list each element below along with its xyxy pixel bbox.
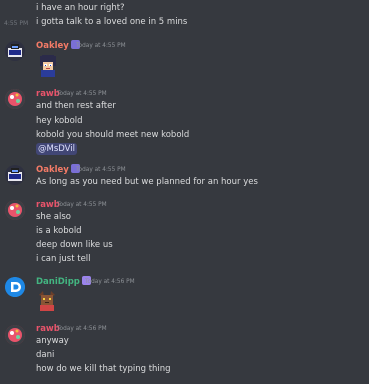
- author-name[interactable]: Oakley: [36, 40, 80, 52]
- message-line: i gotta talk to a loved one in 5 mins: [36, 17, 188, 27]
- message-line: and then rest after: [36, 101, 116, 111]
- message-line: hey kobold: [36, 116, 83, 126]
- message-line: how do we kill that typing thing: [36, 364, 171, 374]
- message-timestamp: Today at 4:56 PM: [85, 279, 135, 285]
- message-line: kobold you should meet new kobold: [36, 130, 190, 140]
- message-line: deep down like us: [36, 240, 113, 250]
- message-line: she also: [36, 212, 71, 222]
- rawb-avatar[interactable]: [5, 325, 25, 345]
- rawb-avatar[interactable]: [5, 200, 25, 220]
- message-line: anyway: [36, 336, 69, 346]
- message-timestamp: Today at 4:55 PM: [76, 167, 126, 173]
- author-name[interactable]: Oakley: [36, 164, 80, 176]
- message-line: dani: [36, 350, 55, 360]
- oakley-avatar[interactable]: [5, 165, 25, 185]
- user-mention[interactable]: @MsDVil: [36, 143, 78, 155]
- message-timestamp: Today at 4:56 PM: [57, 326, 107, 332]
- kobold-emoji: [36, 289, 58, 311]
- author-name[interactable]: DaniDipp: [36, 276, 91, 288]
- inline-timestamp: 4:55 PM: [4, 20, 29, 27]
- message-timestamp: Today at 4:55 PM: [57, 202, 107, 208]
- oakley-avatar[interactable]: [5, 41, 25, 61]
- sticker-icon: [36, 53, 60, 77]
- rawb-avatar[interactable]: [5, 89, 25, 109]
- message-line: is a kobold: [36, 226, 82, 236]
- message-line: i have an hour right?: [36, 3, 125, 13]
- message-line: i can just tell: [36, 254, 91, 264]
- message-line: As long as you need but we planned for a…: [36, 177, 258, 187]
- message-timestamp: Today at 4:55 PM: [76, 43, 126, 49]
- danidipp-avatar[interactable]: [5, 277, 25, 297]
- message-timestamp: Today at 4:55 PM: [57, 91, 107, 97]
